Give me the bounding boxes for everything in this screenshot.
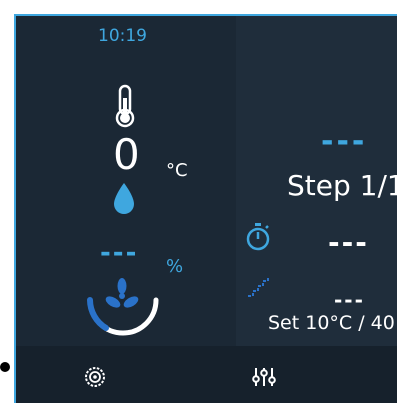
step-label: Step 1/1 [287,169,397,202]
temperature-unit: °C [166,160,188,181]
thermometer-icon [115,84,135,128]
black-dot [0,362,10,372]
sliders-icon[interactable] [252,366,276,388]
humidity-value: --- [100,238,139,268]
humidity-unit: % [166,256,184,277]
device-screen: 10:19 0 °C --- % --- Step 1/1 --- --- Se… [14,14,397,403]
ramp-value: --- [334,288,365,312]
settings-gear-icon[interactable] [84,366,106,388]
fan-gauge-fill [87,297,109,331]
water-drop-icon [114,183,134,214]
program-top-value: --- [321,124,368,159]
temperature-value: 0 [113,130,140,179]
fan-gauge-track [87,297,159,336]
setpoint-text: Set 10°C / 40 [268,312,395,334]
timer-value: --- [328,226,369,259]
ramp-steps-icon [248,276,269,297]
fan-icon [105,278,139,308]
stopwatch-icon [246,223,270,251]
fan-gauge [87,278,159,336]
bottom-toolbar [16,346,397,403]
clock-time: 10:19 [98,26,147,46]
